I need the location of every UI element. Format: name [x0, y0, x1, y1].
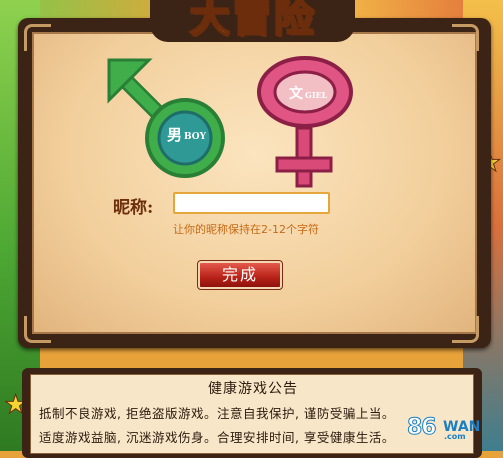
panel-corner-ornament: [24, 316, 51, 343]
nickname-input[interactable]: [173, 192, 330, 214]
panel-corner-ornament: [452, 316, 479, 343]
female-english-label: GIEL: [305, 90, 328, 100]
female-gender-option[interactable]: 文 GIEL: [257, 56, 353, 188]
male-english-label: BOY: [184, 132, 207, 142]
notice-line: 抵制不良游戏, 拒绝盗版游戏。注意自我保护, 谨防受骗上当。: [39, 406, 395, 421]
submit-button[interactable]: 完成: [197, 260, 283, 290]
female-label: 文: [289, 85, 304, 102]
panel-corner-ornament: [452, 24, 479, 51]
notice-line: 适度游戏益脑, 沉迷游戏伤身。合理安排时间, 享受健康生活。: [39, 430, 395, 445]
nickname-hint: 让你的昵称保持在2-12个字符: [173, 223, 319, 236]
male-gender-option[interactable]: 男 BOY: [107, 58, 225, 178]
site-watermark: 86 WAN .com: [407, 415, 493, 442]
watermark-number: 86: [407, 415, 438, 441]
female-symbol-icon: [257, 56, 353, 188]
male-label: 男: [167, 126, 182, 144]
panel-corner-ornament: [24, 24, 51, 51]
gender-selector: 男 BOY 文 GIEL: [107, 56, 353, 188]
nickname-label: 昵称:: [113, 198, 154, 218]
watermark-domain: .com: [444, 432, 466, 441]
game-logo: 大冒险: [189, 0, 316, 41]
male-symbol-icon: [107, 58, 225, 178]
notice-title: 健康游戏公告: [208, 381, 298, 397]
health-notice: 健康游戏公告 抵制不良游戏, 拒绝盗版游戏。注意自我保护, 谨防受骗上当。 适度…: [30, 374, 474, 454]
